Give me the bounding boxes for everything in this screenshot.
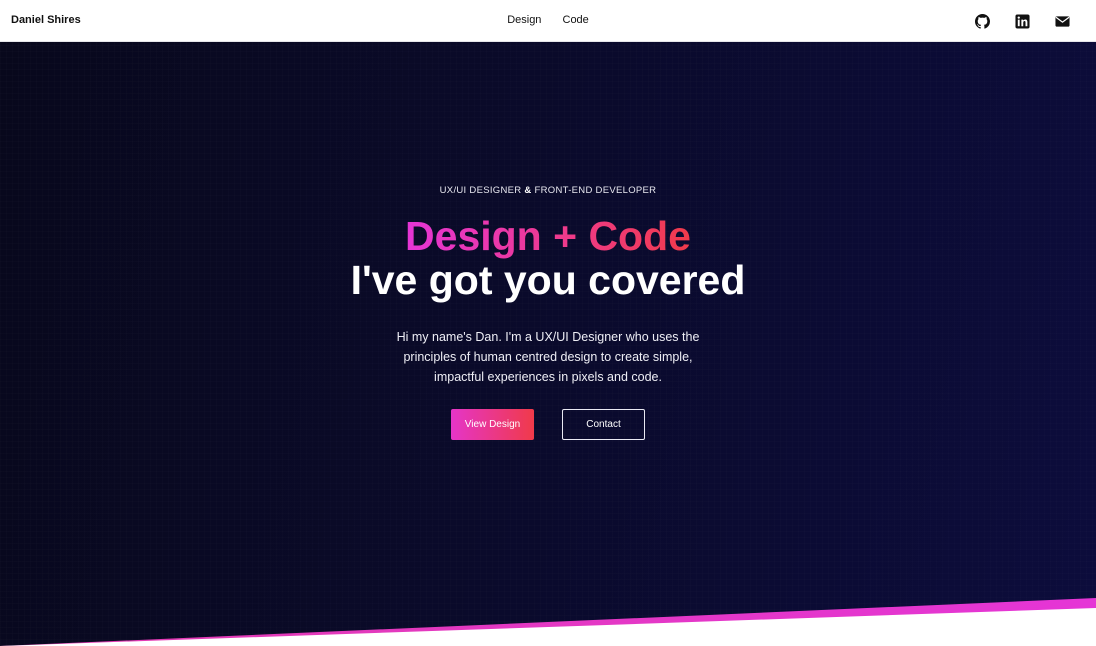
social-links — [962, 12, 1082, 30]
hero-bottom-slant — [0, 598, 1096, 646]
eyebrow-role-1: UX/UI DESIGNER — [439, 185, 525, 196]
hero-eyebrow: UX/UI DESIGNER & FRONT-END DEVELOPER — [0, 185, 1096, 196]
hero-intro-text: Hi my name's Dan. I'm a UX/UI Designer w… — [396, 330, 700, 384]
email-icon[interactable] — [1042, 12, 1082, 30]
contact-button[interactable]: Contact — [562, 409, 645, 440]
main-nav: Design Code — [0, 14, 1096, 26]
headline-gradient-text: Design + Code — [405, 213, 691, 259]
eyebrow-role-2: FRONT-END DEVELOPER — [531, 185, 657, 196]
nav-link-code[interactable]: Code — [563, 14, 589, 26]
linkedin-icon[interactable] — [1002, 12, 1042, 30]
github-icon[interactable] — [962, 12, 1002, 30]
top-navbar: Daniel Shires Design Code — [0, 0, 1096, 42]
view-design-button[interactable]: View Design — [451, 409, 534, 440]
hero-section: UX/UI DESIGNER & FRONT-END DEVELOPER Des… — [0, 42, 1096, 646]
headline-white: I've got you covered — [350, 257, 746, 303]
eyebrow-ampersand: & — [524, 185, 532, 196]
nav-link-design[interactable]: Design — [507, 14, 541, 26]
headline-gradient: Design + Code — [0, 212, 1096, 260]
